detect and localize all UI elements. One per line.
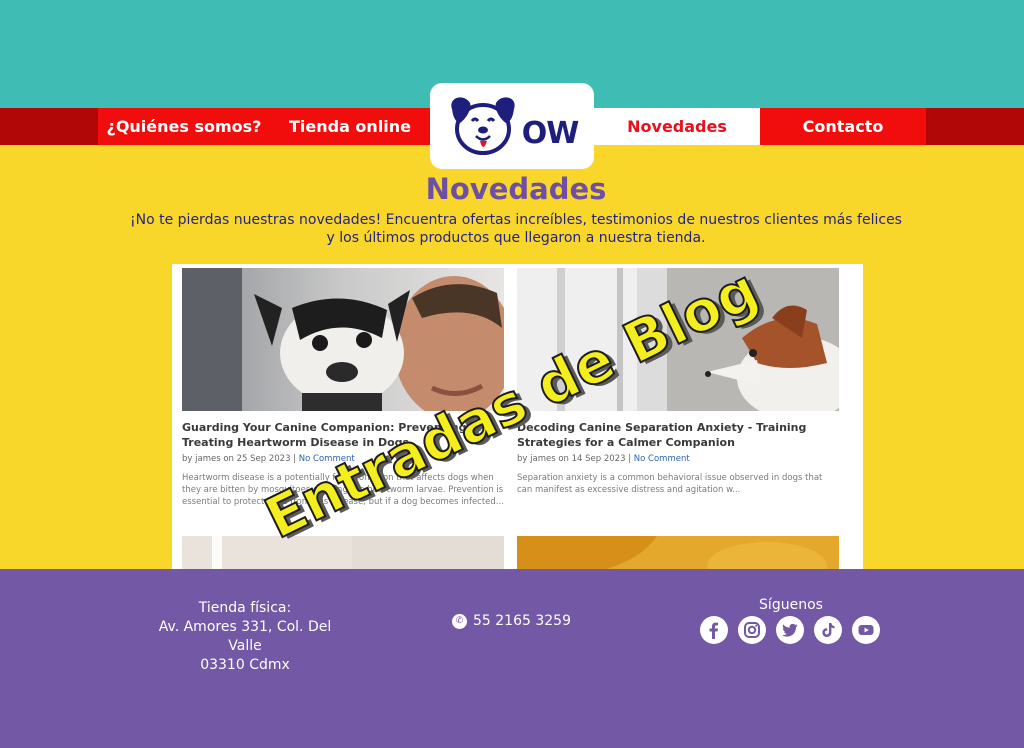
logo-text: OW: [521, 115, 580, 151]
post-image-dog-man[interactable]: [182, 268, 504, 411]
post-meta: by james on 25 Sep 2023 | No Comment: [182, 454, 504, 464]
nav-about[interactable]: ¿Quiénes somos?: [98, 108, 270, 145]
post-comments-link[interactable]: No Comment: [634, 454, 690, 464]
post-image-dog-window[interactable]: [517, 268, 839, 411]
address-line-1: Av. Amores 331, Col. Del Valle: [158, 619, 332, 654]
post-excerpt: Heartworm disease is a potentially fatal…: [182, 473, 504, 507]
post-title[interactable]: Decoding Canine Separation Anxiety - Tra…: [517, 420, 839, 450]
whatsapp-icon: ✆: [452, 613, 467, 629]
post-title-line[interactable]: Guarding Your Canine Companion: Preventi…: [182, 420, 504, 435]
logo[interactable]: OW: [430, 83, 594, 169]
dog-logo-icon: [451, 97, 515, 155]
post-title-line[interactable]: Decoding Canine Separation Anxiety - Tra…: [517, 420, 839, 435]
post-image-partial[interactable]: [182, 536, 504, 570]
post-meta: by james on 14 Sep 2023 | No Comment: [517, 454, 839, 464]
post-author-date: by james on 14 Sep 2023 |: [517, 454, 632, 464]
instagram-icon[interactable]: [738, 616, 766, 644]
youtube-icon[interactable]: [852, 616, 880, 644]
store-address: Tienda física: Av. Amores 331, Col. Del …: [140, 599, 350, 675]
post-title-line[interactable]: Strategies for a Calmer Companion: [517, 435, 839, 450]
intro-line-2: y los últimos productos que llegaron a n…: [326, 230, 706, 246]
store-label: Tienda física:: [198, 600, 292, 616]
phone-number[interactable]: 55 2165 3259: [473, 613, 571, 629]
page-title: Novedades: [425, 172, 607, 206]
nav-contact[interactable]: Contacto: [760, 108, 926, 145]
intro-line-1: ¡No te pierdas nuestras novedades! Encue…: [130, 212, 902, 228]
follow-label: Síguenos: [759, 597, 823, 613]
nav-shop[interactable]: Tienda online: [270, 108, 430, 145]
blog-post-card[interactable]: Guarding Your Canine Companion: Preventi…: [182, 268, 504, 508]
post-excerpt: Separation anxiety is a common behaviora…: [517, 473, 823, 495]
address-line-2: 03310 Cdmx: [200, 657, 290, 673]
phone-contact[interactable]: ✆ 55 2165 3259: [452, 613, 571, 629]
nav-news[interactable]: Novedades: [594, 108, 760, 145]
post-title[interactable]: Guarding Your Canine Companion: Preventi…: [182, 420, 504, 450]
footer: Tienda física: Av. Amores 331, Col. Del …: [0, 569, 1024, 748]
blog-panel: Guarding Your Canine Companion: Preventi…: [172, 264, 863, 570]
post-image-partial[interactable]: [517, 536, 839, 570]
intro-text: ¡No te pierdas nuestras novedades! Encue…: [110, 211, 922, 247]
post-author-date: by james on 25 Sep 2023 |: [182, 454, 297, 464]
social-links: [700, 616, 880, 644]
twitter-icon[interactable]: [776, 616, 804, 644]
post-comments-link[interactable]: No Comment: [299, 454, 355, 464]
facebook-icon[interactable]: [700, 616, 728, 644]
post-title-line[interactable]: Treating Heartworm Disease in Dogs: [182, 435, 504, 450]
blog-post-card[interactable]: Decoding Canine Separation Anxiety - Tra…: [517, 268, 839, 496]
tiktok-icon[interactable]: [814, 616, 842, 644]
